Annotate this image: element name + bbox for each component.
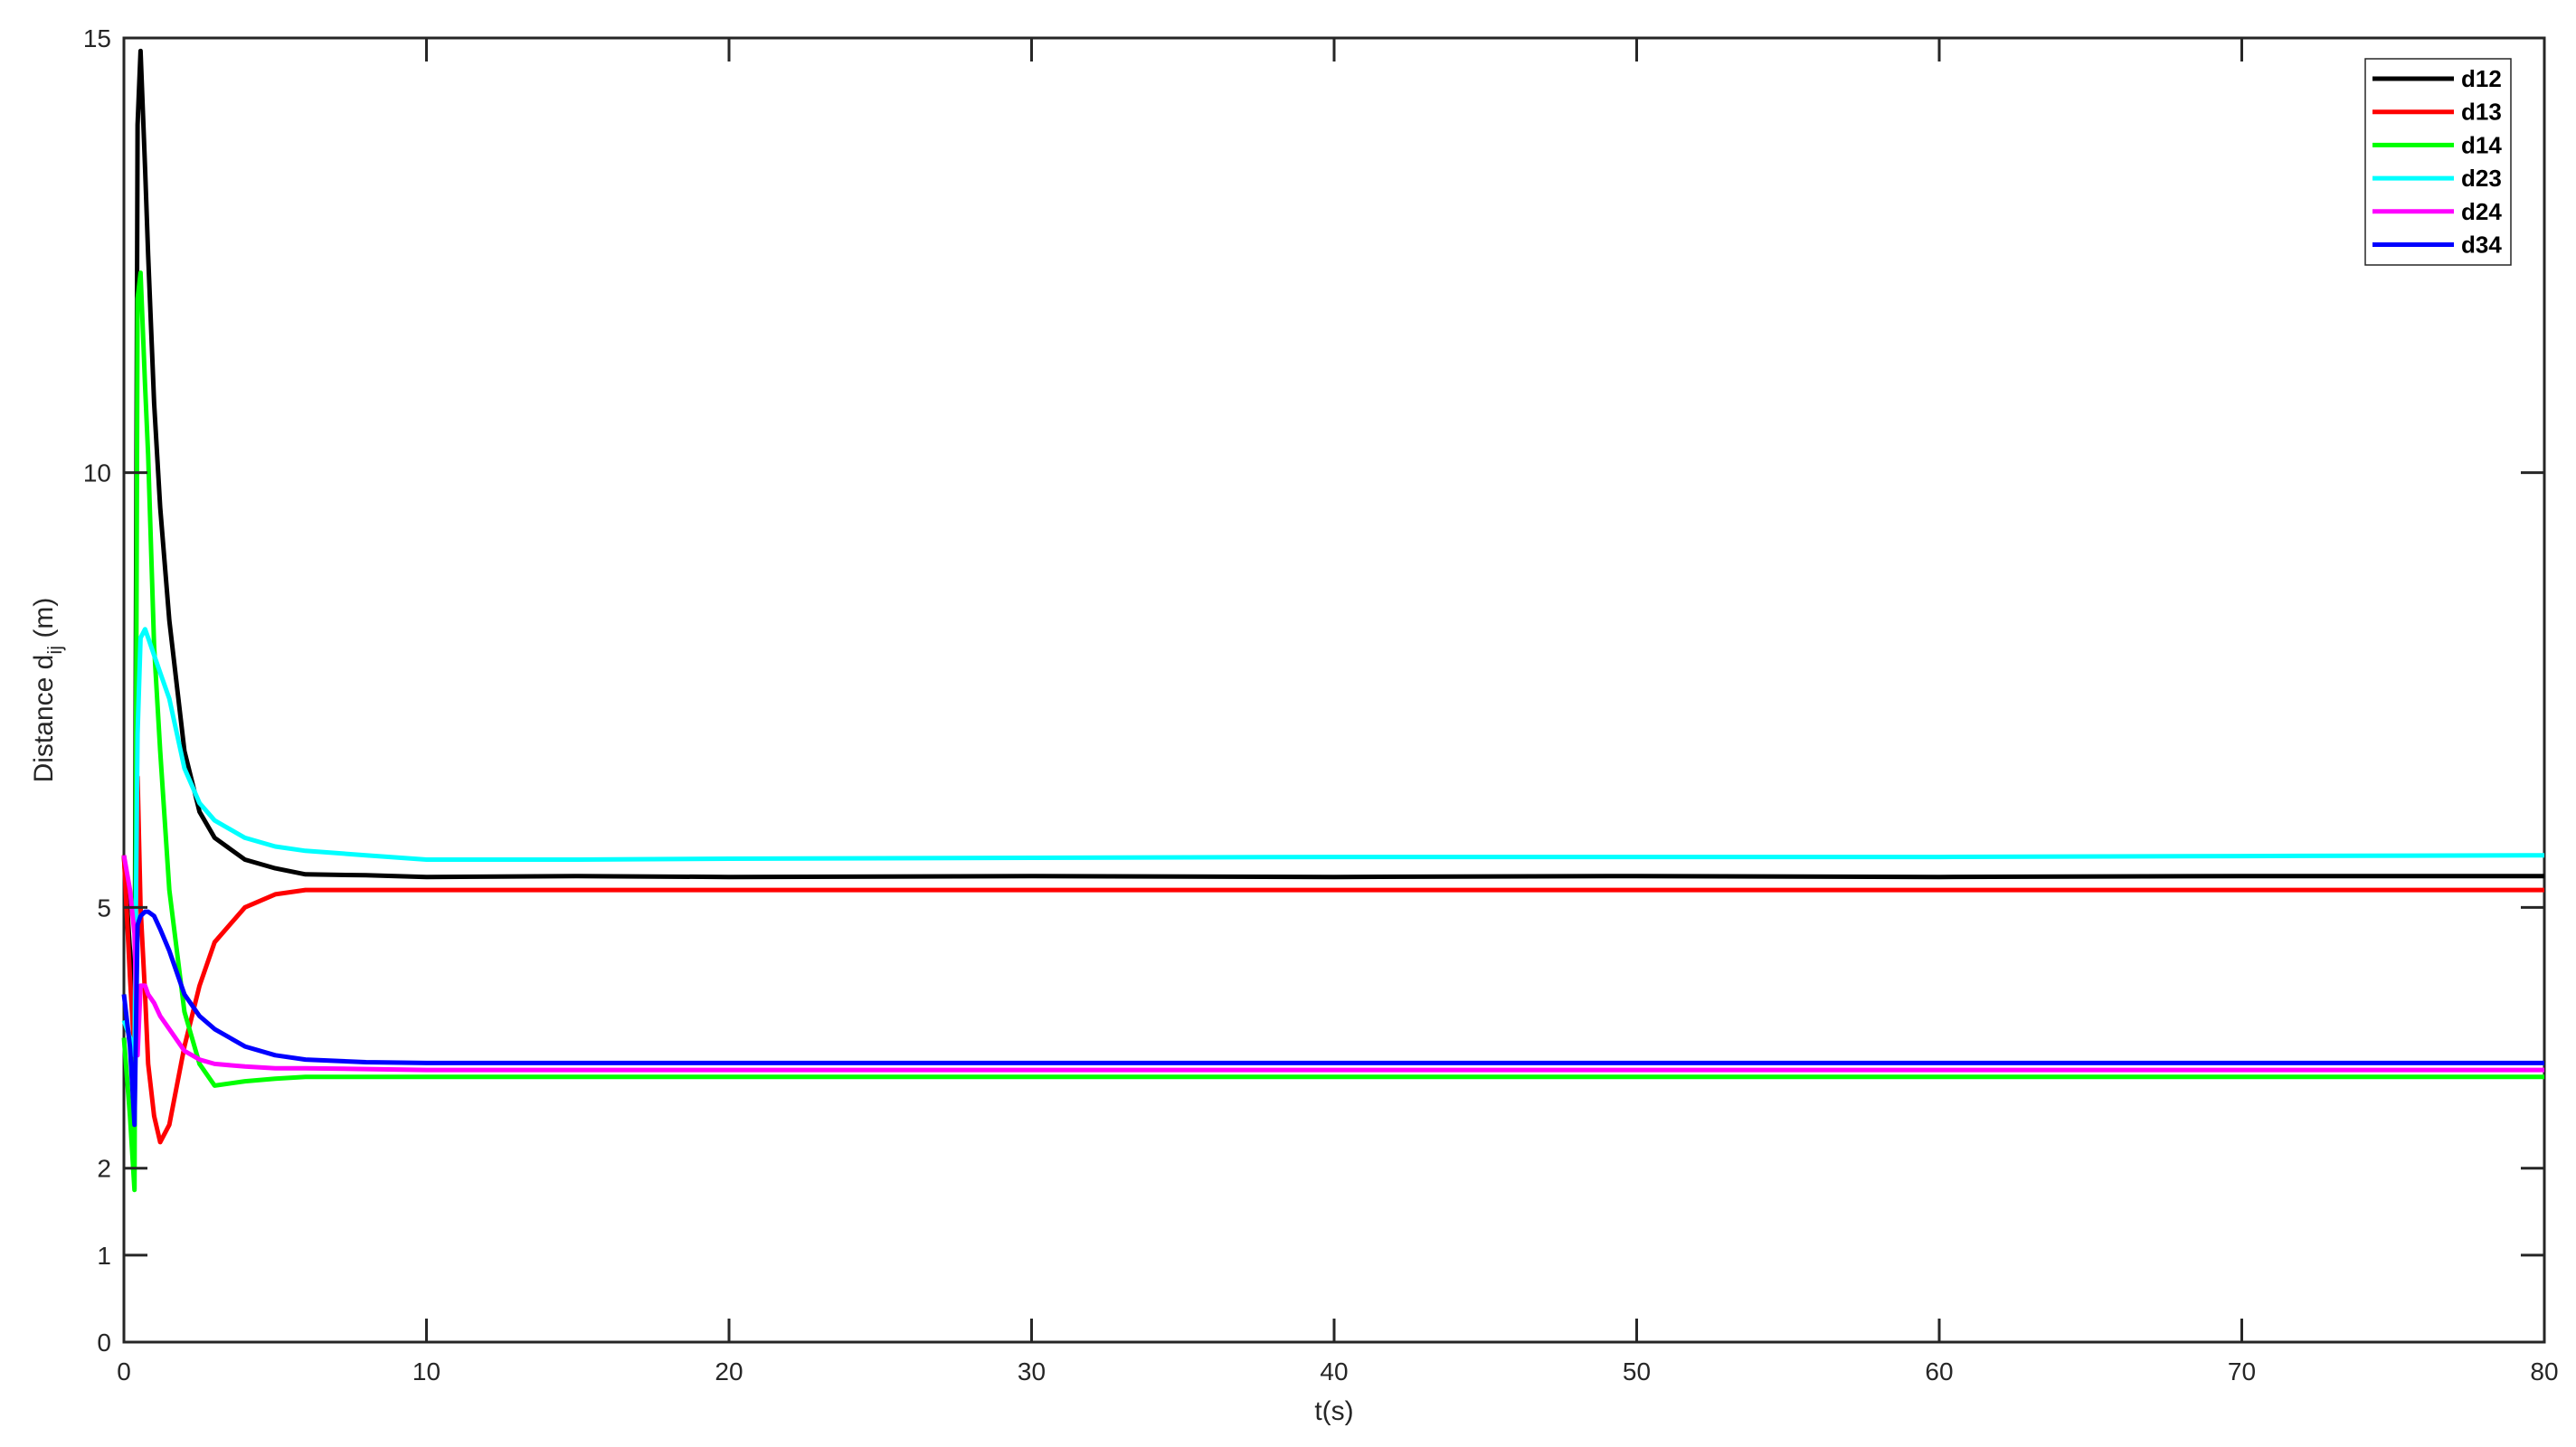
x-tick-label: 20 [715,1357,743,1386]
y-axis-label-main: Distance d [29,655,59,783]
x-tick-label: 50 [1623,1357,1651,1386]
legend-label-d24: d24 [2461,198,2502,225]
legend-label-d34: d34 [2461,232,2502,259]
legend: d12 d13 d14 d23 d24 d34 [2364,58,2512,266]
x-tick-label: 80 [2530,1357,2558,1386]
y-tick-label: 10 [83,459,111,487]
x-tick-label: 70 [2228,1357,2256,1386]
x-tick-label: 0 [117,1357,131,1386]
y-tick-label: 5 [97,894,111,922]
legend-label-d12: d12 [2461,65,2502,92]
y-tick-label: 1 [97,1242,111,1270]
y-axis-label-sub: ij [43,646,66,655]
y-tick-label: 2 [97,1155,111,1183]
x-axis-label: t(s) [1314,1396,1353,1426]
x-tick-label: 10 [412,1357,440,1386]
y-axis-label: Distance dij (m) [29,598,66,783]
legend-label-d14: d14 [2461,131,2502,158]
y-tick-label: 0 [97,1329,111,1357]
y-axis-label-unit: (m) [29,598,59,646]
legend-label-d23: d23 [2461,165,2502,192]
x-tick-label: 40 [1320,1357,1348,1386]
x-tick-label: 60 [1925,1357,1953,1386]
plot-area [122,36,2546,1344]
x-tick-label: 30 [1018,1357,1046,1386]
legend-label-d13: d13 [2461,99,2502,126]
distance-chart: 0 10 20 30 40 50 60 70 80 0 1 2 5 10 15 t(s) Distance … [29,24,2559,1426]
y-tick-label: 15 [83,24,111,52]
